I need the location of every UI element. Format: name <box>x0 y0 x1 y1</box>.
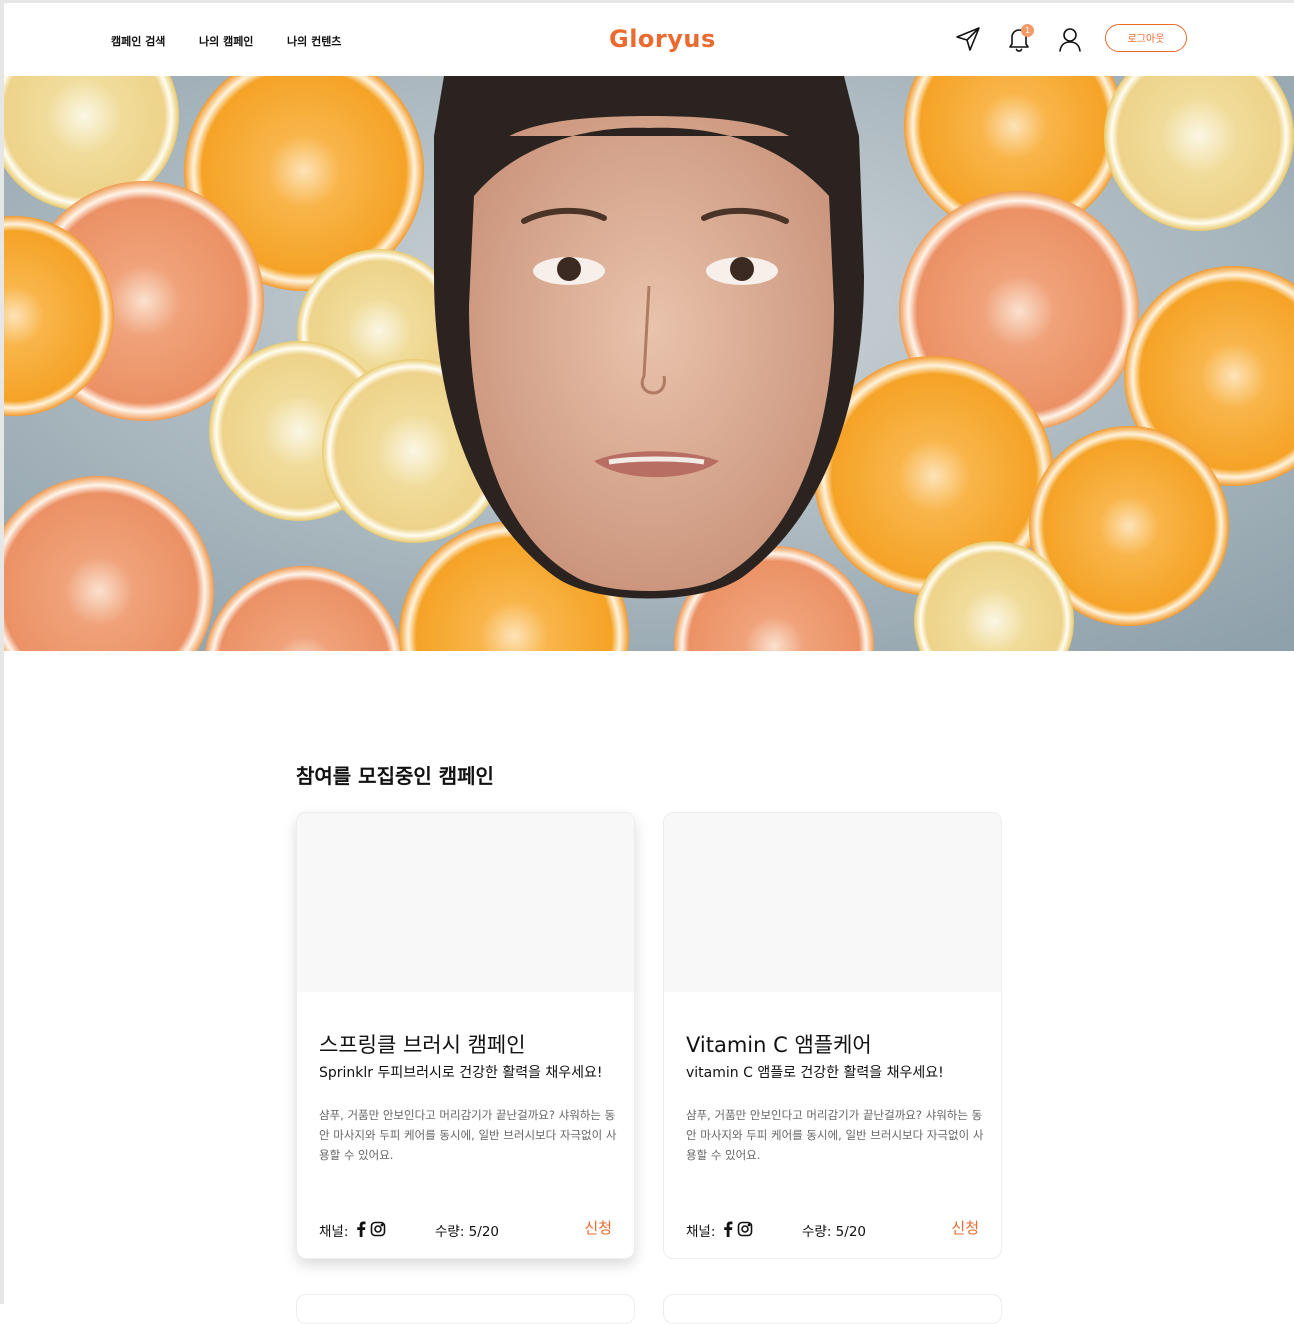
campaign-card[interactable]: 스프링클 브러시 캠페인 Sprinklr 두피브러시로 건강한 활력을 채우세… <box>296 812 635 1259</box>
send-icon[interactable] <box>954 25 982 53</box>
campaign-subtitle: vitamin C 앰플로 건강한 활력을 채우세요! <box>686 1065 944 1081</box>
hero-banner-image <box>4 76 1294 651</box>
campaign-card[interactable]: Vitamin C 앰플케어 vitamin C 앰플로 건강한 활력을 채우세… <box>663 812 1002 1259</box>
instagram-icon[interactable] <box>370 1221 386 1237</box>
facebook-icon[interactable] <box>356 1221 366 1237</box>
nav-my-contents[interactable]: 나의 컨텐츠 <box>287 33 341 49</box>
nav-campaign-search[interactable]: 캠페인 검색 <box>111 33 165 49</box>
campaign-quantity: 수량: 5/20 <box>435 1224 499 1240</box>
section-title: 참여를 모집중인 캠페인 <box>296 764 494 788</box>
campaign-description: 샴푸, 거품만 안보인다고 머리감기가 끝난걸까요? 샤워하는 동안 마사지와 … <box>686 1108 984 1162</box>
campaign-quantity: 수량: 5/20 <box>802 1224 866 1240</box>
campaign-title: Vitamin C 앰플케어 <box>686 1033 872 1057</box>
logout-button[interactable]: 로그아웃 <box>1105 24 1187 52</box>
user-icon[interactable] <box>1056 25 1084 53</box>
site-logo[interactable]: Gloryus <box>609 25 716 53</box>
campaign-image-placeholder <box>664 813 1001 992</box>
campaign-subtitle: Sprinklr 두피브러시로 건강한 활력을 채우세요! <box>319 1065 603 1081</box>
facebook-icon[interactable] <box>723 1221 733 1237</box>
campaign-card-partial[interactable] <box>663 1294 1002 1324</box>
apply-button[interactable]: 신청 <box>584 1217 612 1238</box>
top-navigation-bar: 캠페인 검색 나의 캠페인 나의 컨텐츠 Gloryus 1 로그아웃 <box>4 3 1294 76</box>
campaign-description: 샴푸, 거품만 안보인다고 머리감기가 끝난걸까요? 샤워하는 동안 마사지와 … <box>319 1108 617 1162</box>
channel-label: 채널: <box>319 1224 349 1240</box>
campaign-card-partial[interactable] <box>296 1294 635 1324</box>
channel-label: 채널: <box>686 1224 716 1240</box>
campaign-title: 스프링클 브러시 캠페인 <box>319 1033 526 1057</box>
notification-badge: 1 <box>1021 24 1034 37</box>
campaign-image-placeholder <box>297 813 634 992</box>
apply-button[interactable]: 신청 <box>951 1217 979 1238</box>
instagram-icon[interactable] <box>737 1221 753 1237</box>
nav-my-campaigns[interactable]: 나의 캠페인 <box>199 33 253 49</box>
